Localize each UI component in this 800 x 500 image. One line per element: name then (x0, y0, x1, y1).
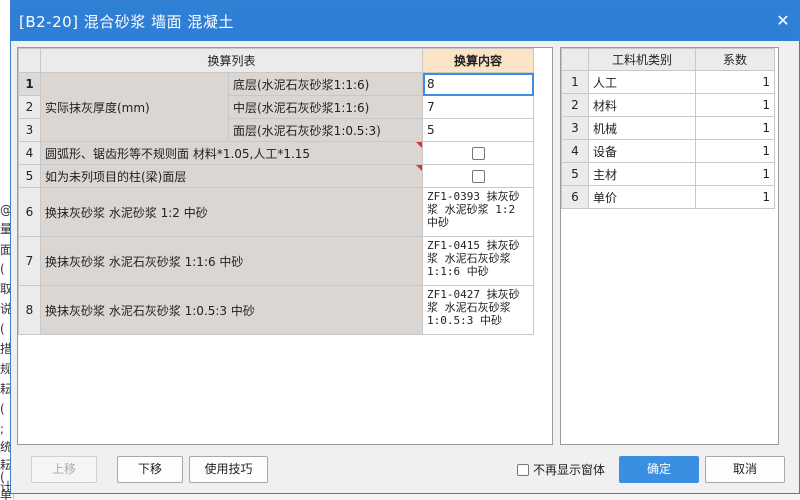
table-row[interactable]: 4 圆弧形、锯齿形等不规则面 材料*1.05,人工*1.15 (18, 141, 534, 165)
corner-header-cell (18, 48, 41, 73)
dialog-titlebar[interactable]: [B2-20] 混合砂浆 墙面 混凝土 ✕ (11, 1, 799, 41)
coefficient-cell[interactable]: 1 (695, 93, 775, 117)
category-cell: 材料 (588, 93, 696, 117)
thickness-label: 实际抹灰厚度(mm) (40, 72, 229, 142)
dialog-title: [B2-20] 混合砂浆 墙面 混凝土 (19, 13, 234, 31)
category-cell: 人工 (588, 70, 696, 94)
value-input-middle-layer[interactable]: 7 (422, 95, 534, 119)
row-number: 3 (18, 118, 41, 142)
usage-tips-button[interactable]: 使用技巧 (189, 456, 268, 483)
replace-mortar-content[interactable]: ZF1-0393 抹灰砂浆 水泥砂浆 1:2 中砂 (422, 187, 534, 237)
row-number: 4 (561, 139, 589, 163)
value-input-base-layer[interactable]: 8 (422, 72, 534, 96)
category-cell: 单价 (588, 185, 696, 209)
coefficient-cell[interactable]: 1 (695, 185, 775, 209)
row-number: 2 (561, 93, 589, 117)
table-row[interactable]: 8 换抹灰砂浆 水泥石灰砂浆 1:0.5:3 中砂 ZF1-0427 抹灰砂浆 … (18, 285, 534, 335)
coefficient-cell[interactable]: 1 (695, 139, 775, 163)
table-row[interactable]: 5 主材 1 (561, 162, 775, 186)
row-number: 6 (561, 185, 589, 209)
table-row[interactable]: 5 如为未列项目的柱(梁)面层 (18, 164, 534, 188)
conversion-table: 换算列表 换算内容 1 实际抹灰厚度(mm) 底层(水泥石灰砂浆1:1:6) 8… (18, 48, 534, 335)
coefficient-cell[interactable]: 1 (695, 162, 775, 186)
sub-label-surface-layer: 面层(水泥石灰砂浆1:0.5:3) (228, 118, 423, 142)
no-show-again-checkbox[interactable] (517, 464, 529, 476)
ok-button[interactable]: 确定 (619, 456, 699, 483)
coefficient-cell[interactable]: 1 (695, 116, 775, 140)
irregular-surface-checkbox-cell[interactable] (422, 141, 534, 165)
column-beam-checkbox-cell[interactable] (422, 164, 534, 188)
row-number: 7 (18, 236, 41, 286)
sub-label-middle-layer: 中层(水泥石灰砂浆1:1:6) (228, 95, 423, 119)
cancel-button[interactable]: 取消 (705, 456, 785, 483)
category-cell: 机械 (588, 116, 696, 140)
header-conversion-list: 换算列表 (40, 48, 423, 73)
row-number: 5 (18, 164, 41, 188)
row-number: 5 (561, 162, 589, 186)
replace-mortar-label: 换抹灰砂浆 水泥砂浆 1:2 中砂 (40, 187, 423, 237)
header-coefficient: 系数 (695, 48, 775, 71)
category-table-panel: 工料机类别 系数 1 人工 1 2 材料 1 3 机械 1 4 设备 1 5 主… (560, 47, 779, 445)
move-up-button[interactable]: 上移 (31, 456, 97, 483)
close-icon[interactable]: ✕ (773, 11, 793, 31)
row-number: 3 (561, 116, 589, 140)
header-category: 工料机类别 (588, 48, 696, 71)
table-row[interactable]: 1 实际抹灰厚度(mm) 底层(水泥石灰砂浆1:1:6) 8 (18, 72, 534, 142)
coefficient-cell[interactable]: 1 (695, 70, 775, 94)
no-show-again-label: 不再显示窗体 (533, 463, 606, 477)
replace-mortar-content[interactable]: ZF1-0415 抹灰砂浆 水泥石灰砂浆 1:1:6 中砂 (422, 236, 534, 286)
conversion-dialog: [B2-20] 混合砂浆 墙面 混凝土 ✕ 换算列表 换算内容 1 实际抹灰厚度… (10, 0, 800, 494)
irregular-surface-checkbox[interactable] (471, 147, 485, 160)
table-row[interactable]: 3 机械 1 (561, 116, 775, 140)
row-number: 8 (18, 285, 41, 335)
value-input-surface-layer[interactable]: 5 (422, 118, 534, 142)
row-number: 6 (18, 187, 41, 237)
replace-mortar-content[interactable]: ZF1-0427 抹灰砂浆 水泥石灰砂浆 1:0.5:3 中砂 (422, 285, 534, 335)
no-show-again-option[interactable]: 不再显示窗体 (517, 462, 605, 478)
column-beam-surface-label: 如为未列项目的柱(梁)面层 (40, 164, 423, 188)
irregular-surface-label: 圆弧形、锯齿形等不规则面 材料*1.05,人工*1.15 (40, 141, 423, 165)
sub-label-base-layer: 底层(水泥石灰砂浆1:1:6) (228, 72, 423, 96)
table-row[interactable]: 4 设备 1 (561, 139, 775, 163)
table-row[interactable]: 6 单价 1 (561, 185, 775, 209)
table-row[interactable]: 2 材料 1 (561, 93, 775, 117)
category-cell: 主材 (588, 162, 696, 186)
move-down-button[interactable]: 下移 (117, 456, 183, 483)
table-row[interactable]: 6 换抹灰砂浆 水泥砂浆 1:2 中砂 ZF1-0393 抹灰砂浆 水泥砂浆 1… (18, 187, 534, 237)
column-beam-checkbox[interactable] (471, 170, 485, 183)
row-number: 1 (561, 70, 589, 94)
table-row[interactable]: 7 换抹灰砂浆 水泥石灰砂浆 1:1:6 中砂 ZF1-0415 抹灰砂浆 水泥… (18, 236, 534, 286)
replace-mortar-label: 换抹灰砂浆 水泥石灰砂浆 1:1:6 中砂 (40, 236, 423, 286)
category-cell: 设备 (588, 139, 696, 163)
row-number: 2 (18, 95, 41, 119)
row-number: 1 (18, 72, 41, 96)
replace-mortar-label: 换抹灰砂浆 水泥石灰砂浆 1:0.5:3 中砂 (40, 285, 423, 335)
table-row[interactable]: 1 人工 1 (561, 70, 775, 94)
conversion-table-panel: 换算列表 换算内容 1 实际抹灰厚度(mm) 底层(水泥石灰砂浆1:1:6) 8… (17, 47, 553, 445)
row-number: 4 (18, 141, 41, 165)
header-conversion-content: 换算内容 (422, 48, 534, 73)
category-table: 工料机类别 系数 1 人工 1 2 材料 1 3 机械 1 4 设备 1 5 主… (561, 48, 775, 209)
corner-header-cell (561, 48, 589, 71)
